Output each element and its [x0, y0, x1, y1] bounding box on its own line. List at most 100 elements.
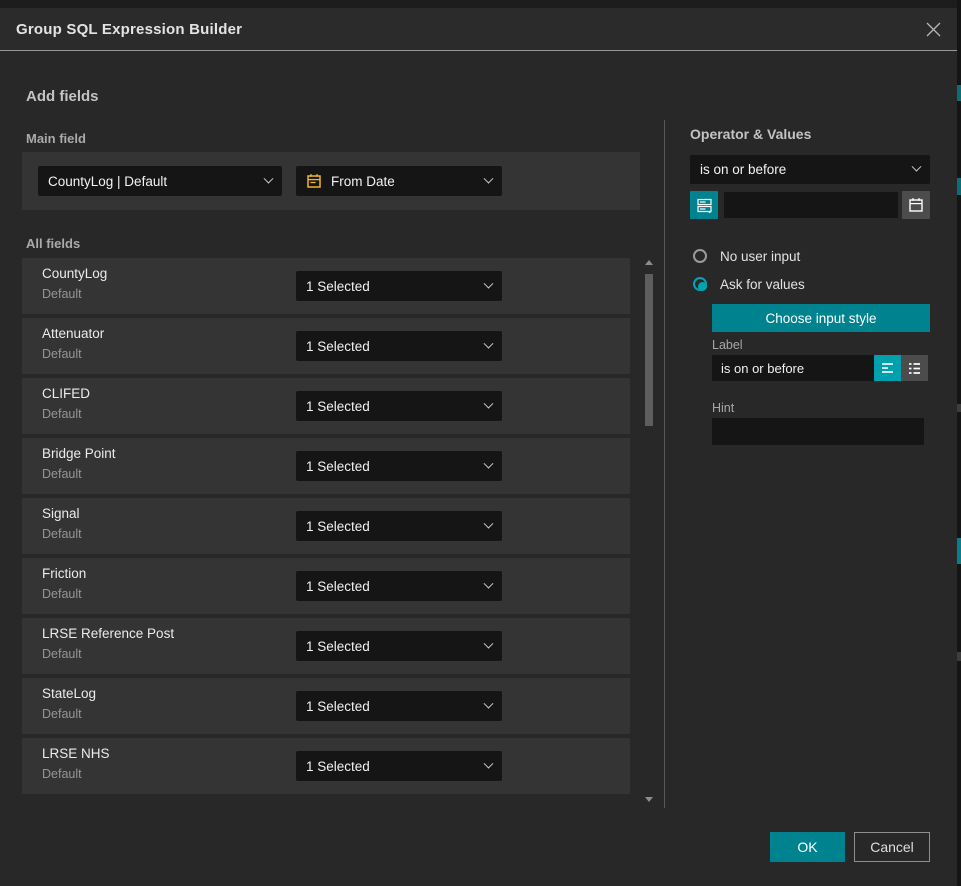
- field-selected-value: 1 Selected: [306, 519, 370, 534]
- field-selected-value: 1 Selected: [306, 279, 370, 294]
- field-selected-dropdown[interactable]: 1 Selected: [296, 451, 502, 481]
- field-row: CountyLog Default 1 Selected: [22, 258, 630, 314]
- field-sublabel: Default: [42, 287, 82, 301]
- chevron-down-icon: [264, 173, 274, 183]
- add-fields-heading: Add fields: [26, 88, 99, 105]
- field-sublabel: Default: [42, 527, 82, 541]
- field-row: CLIFED Default 1 Selected: [22, 378, 630, 434]
- main-field-layer-value: CountyLog | Default: [48, 174, 167, 189]
- scroll-up-icon[interactable]: [645, 260, 653, 265]
- field-row: Bridge Point Default 1 Selected: [22, 438, 630, 494]
- chevron-down-icon: [484, 173, 494, 183]
- field-sublabel: Default: [42, 767, 82, 781]
- scrollbar-thumb[interactable]: [645, 274, 653, 426]
- field-name: StateLog: [42, 686, 96, 701]
- field-selected-dropdown[interactable]: 1 Selected: [296, 571, 502, 601]
- field-selected-value: 1 Selected: [306, 339, 370, 354]
- dialog-header: Group SQL Expression Builder: [0, 8, 957, 51]
- hint-input[interactable]: [712, 418, 924, 445]
- align-left-icon: [880, 361, 895, 376]
- list-style-toggle-button[interactable]: [901, 355, 928, 381]
- date-value-input[interactable]: [724, 192, 898, 218]
- stacked-values-icon: [696, 197, 713, 214]
- hint-field-label: Hint: [712, 401, 734, 415]
- chevron-down-icon: [484, 518, 494, 528]
- calendar-icon: [908, 197, 924, 213]
- field-sublabel: Default: [42, 707, 82, 721]
- field-selected-dropdown[interactable]: 1 Selected: [296, 751, 502, 781]
- chevron-down-icon: [484, 338, 494, 348]
- field-name: Friction: [42, 566, 86, 581]
- field-selected-dropdown[interactable]: 1 Selected: [296, 511, 502, 541]
- date-picker-button[interactable]: [902, 191, 930, 219]
- ok-button[interactable]: OK: [770, 832, 845, 862]
- main-field-panel: CountyLog | Default From Date: [22, 152, 640, 210]
- field-sublabel: Default: [42, 347, 82, 361]
- field-selected-value: 1 Selected: [306, 579, 370, 594]
- list-icon: [907, 361, 922, 376]
- field-row: Friction Default 1 Selected: [22, 558, 630, 614]
- operator-value: is on or before: [700, 162, 786, 177]
- background-app-sliver: [957, 0, 961, 886]
- main-field-label: Main field: [26, 131, 86, 146]
- field-sublabel: Default: [42, 587, 82, 601]
- label-field-label: Label: [712, 338, 743, 352]
- list-scrollbar[interactable]: [644, 258, 656, 804]
- multiple-values-button[interactable]: [690, 191, 718, 219]
- operator-dropdown[interactable]: is on or before: [690, 155, 930, 184]
- field-row: LRSE Reference Post Default 1 Selected: [22, 618, 630, 674]
- radio-icon[interactable]: [693, 277, 707, 291]
- field-name: Bridge Point: [42, 446, 116, 461]
- field-sublabel: Default: [42, 467, 82, 481]
- cancel-button[interactable]: Cancel: [854, 832, 930, 862]
- field-selected-value: 1 Selected: [306, 399, 370, 414]
- label-input[interactable]: [712, 355, 874, 381]
- field-name: Signal: [42, 506, 80, 521]
- align-left-toggle-button[interactable]: [874, 355, 901, 381]
- radio-option-label: Ask for values: [720, 277, 805, 292]
- radio-option[interactable]: No user input: [690, 247, 800, 265]
- field-name: LRSE Reference Post: [42, 626, 174, 641]
- field-row: LRSE NHS Default 1 Selected: [22, 738, 630, 794]
- chevron-down-icon: [912, 162, 922, 172]
- chevron-down-icon: [484, 638, 494, 648]
- radio-icon[interactable]: [693, 249, 707, 263]
- field-name: CLIFED: [42, 386, 90, 401]
- field-selected-value: 1 Selected: [306, 459, 370, 474]
- field-sublabel: Default: [42, 407, 82, 421]
- field-selected-dropdown[interactable]: 1 Selected: [296, 271, 502, 301]
- field-name: Attenuator: [42, 326, 104, 341]
- radio-option[interactable]: Ask for values: [690, 275, 805, 293]
- field-selected-dropdown[interactable]: 1 Selected: [296, 331, 502, 361]
- field-row: Attenuator Default 1 Selected: [22, 318, 630, 374]
- main-field-layer-dropdown[interactable]: CountyLog | Default: [38, 166, 282, 196]
- screen: Group SQL Expression Builder Add fields …: [0, 0, 961, 886]
- chevron-down-icon: [484, 398, 494, 408]
- field-row: StateLog Default 1 Selected: [22, 678, 630, 734]
- field-sublabel: Default: [42, 647, 82, 661]
- chevron-down-icon: [484, 698, 494, 708]
- radio-option-label: No user input: [720, 249, 800, 264]
- field-selected-dropdown[interactable]: 1 Selected: [296, 631, 502, 661]
- chevron-down-icon: [484, 578, 494, 588]
- field-selected-value: 1 Selected: [306, 639, 370, 654]
- field-name: LRSE NHS: [42, 746, 110, 761]
- chevron-down-icon: [484, 278, 494, 288]
- field-selected-dropdown[interactable]: 1 Selected: [296, 691, 502, 721]
- group-sql-expression-builder-dialog: Group SQL Expression Builder Add fields …: [0, 8, 957, 886]
- all-fields-list: CountyLog Default 1 Selected Attenuator …: [22, 258, 630, 798]
- field-selected-value: 1 Selected: [306, 759, 370, 774]
- main-field-field-dropdown[interactable]: From Date: [296, 166, 502, 196]
- chevron-down-icon: [484, 758, 494, 768]
- operator-values-heading: Operator & Values: [690, 126, 811, 142]
- calendar-icon: [306, 173, 322, 189]
- field-selected-dropdown[interactable]: 1 Selected: [296, 391, 502, 421]
- close-icon[interactable]: [921, 17, 945, 41]
- choose-input-style-button[interactable]: Choose input style: [712, 304, 930, 332]
- field-selected-value: 1 Selected: [306, 699, 370, 714]
- field-row: Signal Default 1 Selected: [22, 498, 630, 554]
- all-fields-label: All fields: [26, 236, 80, 251]
- main-field-field-value: From Date: [331, 174, 395, 189]
- scroll-down-icon[interactable]: [645, 797, 653, 802]
- dialog-title: Group SQL Expression Builder: [16, 8, 242, 51]
